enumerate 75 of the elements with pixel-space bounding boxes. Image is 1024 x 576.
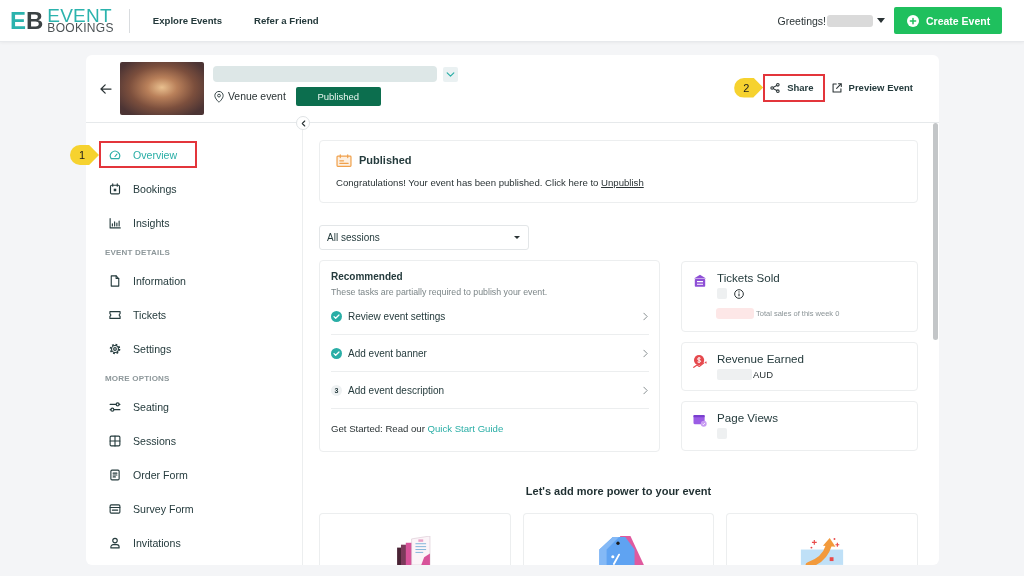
document-icon: [109, 274, 121, 287]
logo-mark: EB: [10, 8, 44, 33]
browser-window-icon: [693, 414, 707, 427]
back-button[interactable]: [100, 83, 112, 94]
notice-message: Congratulations! Your event has been published. Click here to Unpublish: [336, 176, 645, 189]
logo-text: EVENT: [47, 7, 112, 23]
external-link-icon: [831, 82, 842, 93]
share-button[interactable]: Share: [763, 73, 825, 102]
task-row[interactable]: Review event settings: [331, 298, 649, 335]
ticket-booth-icon: [693, 274, 707, 287]
notice-title: Published: [359, 154, 412, 166]
calendar-icon: [109, 182, 121, 195]
person-icon: [109, 536, 121, 549]
chevron-down-icon: [446, 71, 455, 77]
ticket-icon: [109, 308, 121, 321]
card-subtitle: These tasks are partially required to publish your event.: [331, 286, 549, 298]
chevron-left-icon: [300, 119, 306, 127]
event-switcher-button[interactable]: [443, 66, 458, 82]
info-icon: [734, 288, 744, 299]
currency-unit: AUD: [753, 369, 774, 380]
nav-link[interactable]: Explore Events: [152, 15, 223, 26]
card-title: Recommended: [331, 270, 404, 283]
sidebar-item[interactable]: Seating: [99, 393, 189, 420]
logo-subtext: BOOKINGS: [47, 22, 114, 34]
section-heading: MORE OPTIONS: [104, 373, 171, 385]
scrollbar[interactable]: [933, 123, 938, 340]
sidebar-item[interactable]: Tickets: [99, 301, 187, 328]
unpublish-link[interactable]: Unpublish: [601, 177, 644, 188]
sidebar-item[interactable]: Sessions: [99, 427, 196, 454]
chevron-right-icon: [643, 311, 648, 321]
promo-heading: Let's add more power to your event: [524, 484, 713, 498]
sliders-icon: [109, 400, 121, 413]
calendar-icon: [336, 153, 352, 167]
step-callout: 1: [70, 145, 99, 165]
sidebar-item[interactable]: Survey Form: [99, 495, 214, 522]
settings-icon: [109, 342, 121, 355]
sidebar-item[interactable]: Insights: [99, 209, 190, 236]
map-pin-icon: [214, 90, 224, 103]
status-badge: Published: [295, 87, 381, 106]
grid-icon: [109, 434, 121, 447]
form-icon: [109, 468, 121, 481]
venue-type: Venue event: [228, 91, 286, 102]
get-started-text: Get Started: Read our Quick Start Guide: [331, 423, 505, 435]
share-icon: [770, 82, 781, 93]
stat-title: Page Views: [717, 411, 778, 425]
card-icon: [109, 502, 121, 515]
bar-chart-icon: [109, 216, 121, 229]
chevron-right-icon: [643, 348, 648, 358]
collapse-sidebar-button[interactable]: [296, 116, 310, 130]
gauge-icon: [109, 148, 121, 161]
greeting-text: Greetings!: [777, 14, 826, 27]
step-callout: 2: [734, 77, 764, 98]
preview-event-button[interactable]: Preview Event: [824, 73, 924, 102]
stat-title: Tickets Sold: [717, 271, 781, 285]
sidebar-item[interactable]: Settings: [99, 335, 192, 362]
nav-link[interactable]: Refer a Friend: [254, 15, 319, 26]
money-growth-icon: [693, 355, 707, 368]
feature-card[interactable]: [522, 513, 715, 565]
chevron-right-icon: [643, 385, 648, 395]
plus-circle-icon: [907, 14, 919, 27]
blurred-user-name: [827, 14, 873, 27]
sidebar-item[interactable]: Order Form: [99, 461, 208, 488]
blurred-value: [716, 308, 754, 319]
sidebar-item[interactable]: Information: [99, 267, 206, 294]
sidebar-item[interactable]: Bookings: [99, 175, 197, 202]
feature-card[interactable]: [726, 513, 918, 565]
caret-down-icon: [877, 18, 885, 23]
task-row[interactable]: Add event banner: [331, 335, 649, 372]
session-select[interactable]: All sessions: [319, 225, 529, 250]
caret-down-icon: [514, 236, 520, 239]
sidebar-item[interactable]: Invitations: [99, 529, 201, 556]
arrow-left-icon: [100, 83, 112, 94]
feature-card[interactable]: [319, 513, 511, 565]
section-heading: EVENT DETAILS: [104, 247, 172, 259]
stat-title: Revenue Earned: [717, 352, 804, 366]
